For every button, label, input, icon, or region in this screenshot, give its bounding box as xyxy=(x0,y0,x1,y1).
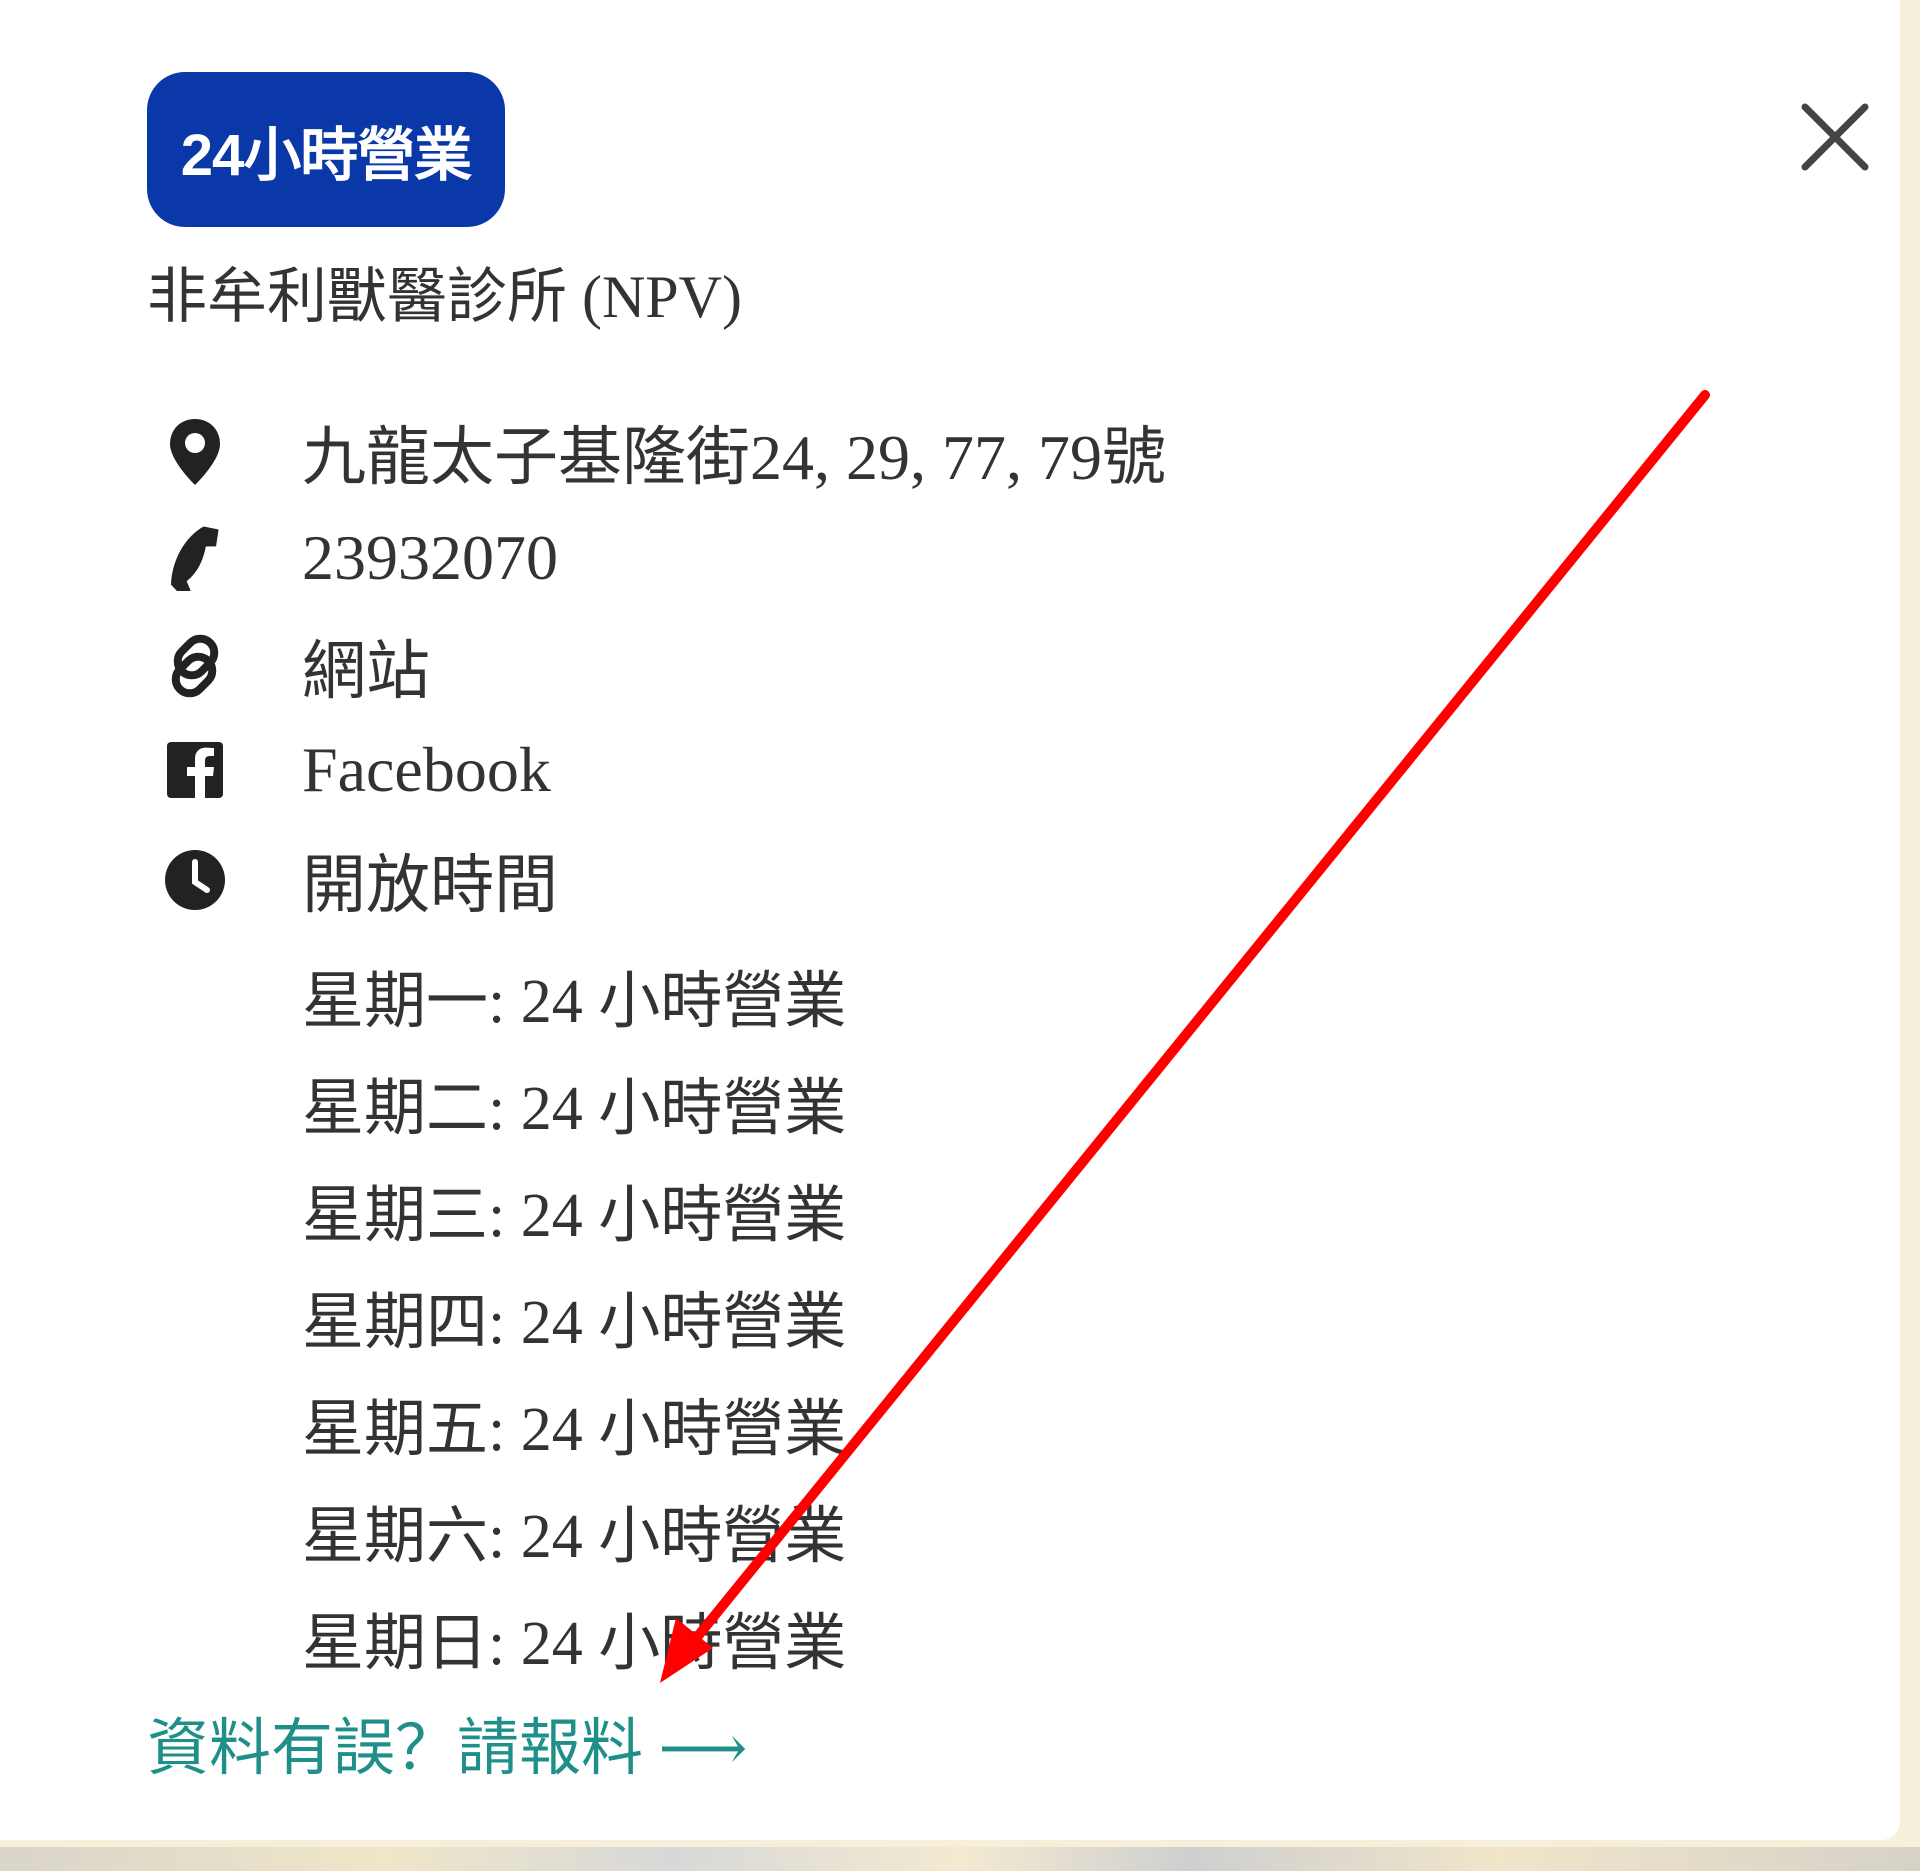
facebook-link[interactable]: Facebook xyxy=(302,733,551,807)
clinic-info-panel: 24小時營業 非牟利獸醫診所 (NPV) 九龍太子基隆街24, 29, 77, … xyxy=(0,0,1900,1840)
link-icon xyxy=(160,631,230,701)
facebook-row[interactable]: Facebook xyxy=(160,730,551,810)
location-pin-icon xyxy=(160,417,230,487)
phone-icon xyxy=(160,523,230,593)
hours-row: 開放時間 xyxy=(160,840,558,921)
hours-line: 星期三: 24 小時營業 xyxy=(302,1182,847,1250)
clinic-name: 非牟利獸醫診所 (NPV) xyxy=(147,264,742,330)
phone-text: 23932070 xyxy=(302,522,558,593)
hours-line: 星期日: 24 小時營業 xyxy=(302,1610,847,1678)
clock-icon xyxy=(160,845,230,915)
hours-line: 星期六: 24 小時營業 xyxy=(302,1503,847,1571)
hours-line: 星期四: 24 小時營業 xyxy=(302,1289,847,1357)
hours-line: 星期五: 24 小時營業 xyxy=(302,1396,847,1464)
hours-line: 星期二: 24 小時營業 xyxy=(302,1075,847,1143)
report-error-link[interactable]: 資料有誤？請報料 ⟶ xyxy=(147,1697,747,1787)
close-button[interactable] xyxy=(1790,92,1880,182)
map-background xyxy=(0,1847,1920,1871)
website-link[interactable]: 網站 xyxy=(302,620,430,712)
open-24h-badge: 24小時營業 xyxy=(147,72,505,227)
close-icon xyxy=(1801,103,1869,171)
address-row: 九龍太子基隆街24, 29, 77, 79號 xyxy=(160,412,1166,493)
hours-line: 星期一: 24 小時營業 xyxy=(302,968,847,1036)
phone-row: 23932070 xyxy=(160,518,558,598)
hours-heading[interactable]: 開放時間 xyxy=(302,834,558,926)
address-text: 九龍太子基隆街24, 29, 77, 79號 xyxy=(302,422,1166,493)
website-row[interactable]: 網站 xyxy=(160,626,430,707)
facebook-icon xyxy=(160,735,230,805)
